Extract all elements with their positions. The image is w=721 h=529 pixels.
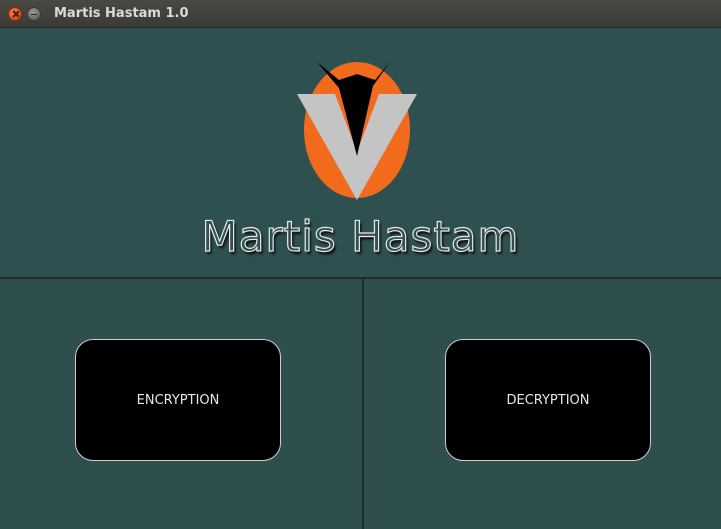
horizontal-divider: [0, 277, 721, 279]
minimize-window-button[interactable]: [27, 7, 41, 21]
decryption-button[interactable]: DECRYPTION: [445, 339, 651, 461]
encryption-button-label: ENCRYPTION: [136, 392, 220, 408]
window-title: Martis Hastam 1.0: [54, 6, 189, 21]
close-window-button[interactable]: [8, 7, 22, 21]
encryption-button[interactable]: ENCRYPTION: [75, 339, 281, 461]
brand-title: Martis Hastam: [201, 211, 520, 261]
martis-hastam-logo-icon: [297, 62, 417, 200]
header-panel: Martis Hastam: [0, 28, 721, 278]
decryption-button-label: DECRYPTION: [506, 392, 590, 408]
vertical-divider: [362, 278, 364, 529]
title-bar: Martis Hastam 1.0: [0, 0, 721, 28]
app-window: Martis Hastam 1.0 Martis Hastam ENCRYPTI…: [0, 0, 721, 529]
